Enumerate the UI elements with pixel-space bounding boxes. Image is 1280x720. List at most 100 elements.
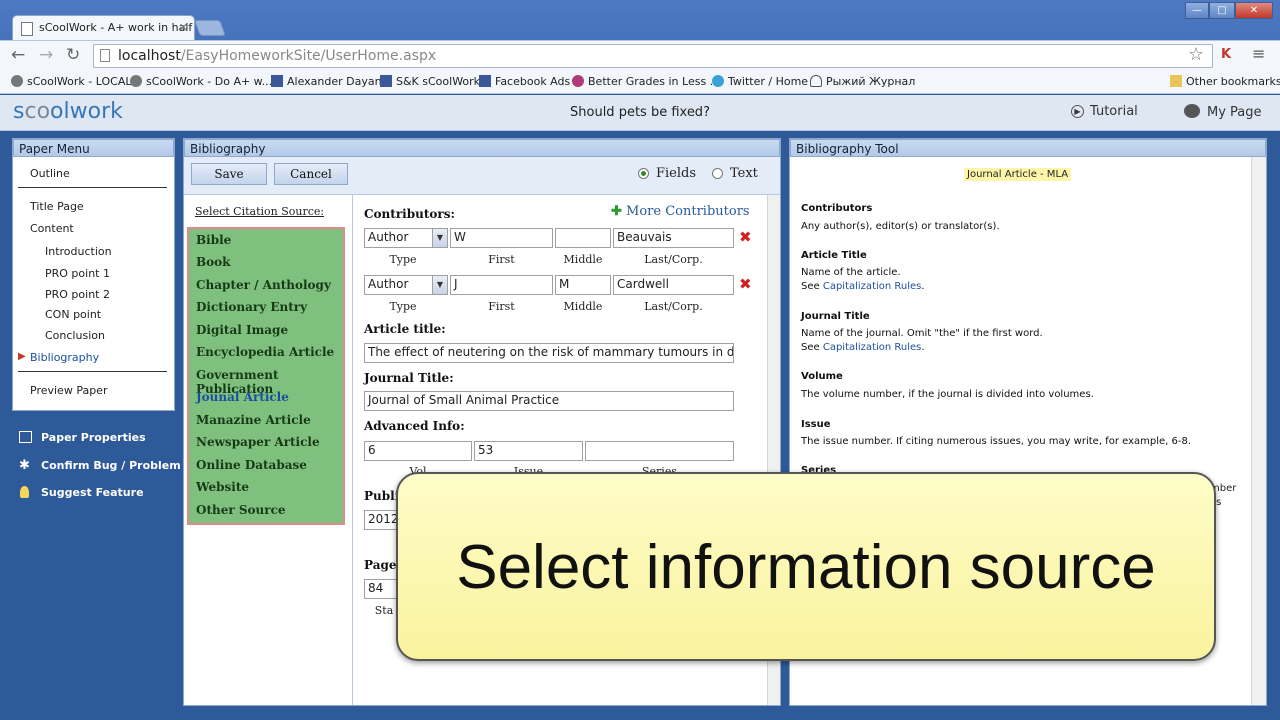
bookmark-item[interactable]: Facebook Ads — [479, 75, 570, 88]
capitalization-rules-link[interactable]: Capitalization Rules — [823, 342, 922, 353]
menu-item-conclusion[interactable]: Conclusion — [45, 329, 105, 342]
advanced-info-label: Advanced Info: — [364, 419, 465, 433]
twitter-icon — [712, 75, 724, 87]
suggest-feature-link[interactable]: Suggest Feature — [20, 486, 144, 499]
forward-icon[interactable]: → — [39, 45, 53, 65]
source-journal-article[interactable]: Jounal Article — [196, 390, 289, 404]
contributor-type-select[interactable]: Author ▼ — [364, 228, 448, 248]
paper-menu-title: Paper Menu — [13, 139, 174, 157]
middle-name-input[interactable] — [555, 228, 611, 248]
bookmark-item[interactable]: sCoolWork - LOCAL — [11, 75, 131, 88]
menu-item-preview-paper[interactable]: Preview Paper — [30, 384, 107, 397]
source-website[interactable]: Website — [196, 480, 249, 494]
user-icon — [810, 75, 822, 87]
menu-item-con-point[interactable]: CON point — [45, 308, 101, 321]
citation-style-badge: Journal Article - MLA — [964, 168, 1072, 181]
last-name-input[interactable]: Cardwell — [613, 275, 734, 295]
source-dictionary[interactable]: Dictionary Entry — [196, 300, 307, 314]
source-digital-image[interactable]: Digital Image — [196, 323, 288, 337]
bookmark-item[interactable]: S&K sCoolWork — [380, 75, 480, 88]
close-window-button[interactable]: ✕ — [1235, 2, 1273, 19]
last-name-input[interactable]: Beauvais — [613, 228, 734, 248]
source-other[interactable]: Other Source — [196, 503, 286, 517]
source-book[interactable]: Book — [196, 255, 230, 269]
bookmark-item[interactable]: Alexander Dayan — [271, 75, 382, 88]
owl-icon — [1184, 104, 1200, 118]
help-contributors-text: Any author(s), editor(s) or translator(s… — [801, 221, 1000, 232]
source-encyclopedia[interactable]: Encyclopedia Article — [196, 345, 334, 359]
issue-input[interactable]: 53 — [474, 441, 583, 461]
menu-item-pro-point-1[interactable]: PRO point 1 — [45, 267, 110, 280]
bookmark-item[interactable]: Twitter / Home — [712, 75, 808, 88]
source-chapter[interactable]: Chapter / Anthology — [196, 278, 331, 292]
cancel-button[interactable]: Cancel — [274, 163, 348, 185]
bibliography-title: Bibliography — [184, 139, 780, 157]
contributor-type-select[interactable]: Author ▼ — [364, 275, 448, 295]
help-journal-heading: Journal Title — [801, 311, 870, 322]
browser-tab[interactable]: sCoolWork - A+ work in half t ✕ — [12, 15, 195, 41]
series-input[interactable] — [585, 441, 734, 461]
help-volume-text: The volume number, if the journal is div… — [801, 389, 1094, 400]
journal-title-input[interactable]: Journal of Small Animal Practice — [364, 391, 734, 411]
menu-item-bibliography[interactable]: Bibliography — [30, 351, 99, 364]
source-magazine[interactable]: Manazine Article — [196, 413, 311, 427]
help-issue-text: The issue number. If citing numerous iss… — [801, 436, 1192, 447]
fields-radio[interactable] — [638, 168, 649, 179]
middle-col-label: Middle — [563, 253, 603, 266]
source-newspaper[interactable]: Newspaper Article — [196, 435, 320, 449]
text-radio[interactable] — [712, 168, 723, 179]
properties-icon — [19, 431, 32, 443]
close-tab-icon[interactable]: ✕ — [179, 21, 188, 34]
first-col-label: First — [488, 300, 515, 313]
select-source-label: Select Citation Source: — [195, 205, 325, 218]
volume-input[interactable]: 6 — [364, 441, 472, 461]
delete-contributor-icon[interactable]: ✖ — [739, 228, 752, 246]
my-page-link[interactable]: My Page — [1184, 104, 1262, 120]
help-issue-heading: Issue — [801, 419, 831, 430]
middle-name-input[interactable]: M — [555, 275, 611, 295]
bookmark-item[interactable]: Better Grades in Less ... — [572, 75, 720, 88]
page-favicon-icon — [21, 22, 33, 36]
bug-icon: ✱ — [19, 458, 30, 473]
menu-item-introduction[interactable]: Introduction — [45, 245, 112, 258]
menu-item-content[interactable]: Content — [30, 222, 74, 235]
page-icon — [100, 49, 110, 62]
source-bible[interactable]: Bible — [196, 233, 231, 247]
new-tab-button[interactable] — [194, 20, 226, 36]
tool-scrollbar[interactable] — [1251, 157, 1266, 705]
wrench-menu-icon[interactable]: ≡ — [1252, 44, 1265, 63]
extension-icon[interactable]: K — [1221, 47, 1231, 62]
first-col-label: First — [488, 253, 515, 266]
paper-properties-link[interactable]: Paper Properties — [19, 431, 146, 444]
bookmark-item[interactable]: Рыжий Журнал — [810, 75, 915, 88]
confirm-bug-link[interactable]: ✱ Confirm Bug / Problem — [19, 458, 181, 473]
address-bar[interactable]: localhost/EasyHomeworkSite/UserHome.aspx — [93, 44, 1213, 68]
capitalization-rules-link[interactable]: Capitalization Rules — [823, 281, 922, 292]
folder-icon — [1170, 75, 1182, 87]
back-icon[interactable]: ← — [11, 45, 25, 65]
help-article-text: Name of the article. — [801, 267, 901, 278]
source-online-database[interactable]: Online Database — [196, 458, 307, 472]
save-button[interactable]: Save — [191, 163, 267, 185]
more-contributors-link[interactable]: ✚ More Contributors — [611, 204, 750, 219]
other-bookmarks[interactable]: Other bookmarks — [1170, 75, 1280, 88]
type-col-label: Type — [389, 253, 417, 266]
first-name-input[interactable]: J — [450, 275, 553, 295]
menu-item-outline[interactable]: Outline — [30, 167, 70, 180]
last-col-label: Last/Corp. — [644, 253, 703, 266]
maximize-button[interactable]: □ — [1209, 2, 1235, 19]
bookmark-item[interactable]: sCoolWork - Do A+ w... — [130, 75, 272, 88]
menu-item-title-page[interactable]: Title Page — [30, 200, 84, 213]
delete-contributor-icon[interactable]: ✖ — [739, 275, 752, 293]
url-path: /EasyHomeworkSite/UserHome.aspx — [180, 48, 437, 64]
minimize-button[interactable]: — — [1185, 2, 1209, 19]
reload-icon[interactable]: ↻ — [66, 45, 80, 65]
tab-title: sCoolWork - A+ work in half t — [39, 21, 195, 34]
first-name-input[interactable]: W — [450, 228, 553, 248]
article-title-input[interactable]: The effect of neutering on the risk of m… — [364, 343, 734, 363]
help-journal-text: Name of the journal. Omit "the" if the f… — [801, 328, 1043, 339]
bookmark-star-icon[interactable]: ☆ — [1188, 44, 1204, 65]
menu-item-pro-point-2[interactable]: PRO point 2 — [45, 288, 110, 301]
active-arrow-icon: ▶ — [18, 351, 26, 362]
tutorial-link[interactable]: ▶ Tutorial — [1071, 104, 1138, 119]
